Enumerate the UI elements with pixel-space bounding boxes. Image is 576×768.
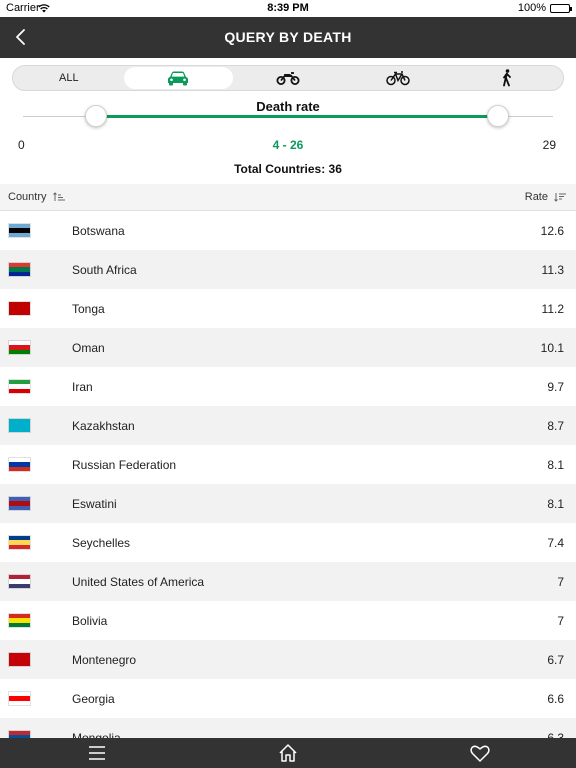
table-row[interactable]: Montenegro 6.7 xyxy=(0,640,576,679)
country-list[interactable]: Botswana 12.6 South Africa 11.3 Tonga 11.2 Oma… xyxy=(0,211,576,738)
country-rate: 11.3 xyxy=(541,263,564,277)
bicycle-icon xyxy=(385,71,410,86)
battery-percent: 100% xyxy=(517,2,546,14)
country-name: South Africa xyxy=(72,263,137,277)
country-rate: 10.1 xyxy=(540,341,564,355)
country-rate: 8.7 xyxy=(547,419,564,433)
country-name: Montenegro xyxy=(72,653,137,667)
pedestrian-icon xyxy=(503,69,512,87)
country-name: Seychelles xyxy=(72,536,131,550)
status-time: 8:39 PM xyxy=(267,2,309,14)
country-name: Eswatini xyxy=(72,497,117,511)
country-name: Botswana xyxy=(72,224,125,238)
country-name: Georgia xyxy=(72,692,115,706)
country-flag-icon xyxy=(8,262,31,277)
home-icon[interactable] xyxy=(277,742,299,764)
mode-motorcycle-tab[interactable] xyxy=(233,67,343,89)
table-row[interactable]: United States of America 7 xyxy=(0,562,576,601)
country-flag-icon xyxy=(8,496,31,511)
country-flag-icon xyxy=(8,730,31,738)
page-title: QUERY BY DEATH xyxy=(224,29,352,45)
table-row[interactable]: Iran 9.7 xyxy=(0,367,576,406)
country-rate: 6.3 xyxy=(547,731,564,738)
country-rate: 11.2 xyxy=(541,302,564,316)
bottom-tab-bar xyxy=(0,738,576,768)
country-flag-icon xyxy=(8,379,31,394)
country-flag-icon xyxy=(8,652,31,667)
battery-icon xyxy=(550,4,572,13)
heart-icon[interactable] xyxy=(469,742,491,764)
country-name: Russian Federation xyxy=(72,458,177,472)
sort-by-rate-button[interactable]: Rate xyxy=(525,191,566,203)
country-rate: 8.1 xyxy=(547,458,564,472)
mode-pedestrian-tab[interactable] xyxy=(452,67,562,89)
filter-panel: ALL Death rate 0 4 - 26 29 Total Countri… xyxy=(0,58,576,184)
table-row[interactable]: Bolivia 7 xyxy=(0,601,576,640)
car-icon xyxy=(168,71,189,86)
country-column-label: Country xyxy=(8,191,47,203)
total-countries: Total Countries: 36 xyxy=(234,162,342,176)
country-flag-icon xyxy=(8,613,31,628)
country-flag-icon xyxy=(8,340,31,355)
nav-bar: QUERY BY DEATH xyxy=(0,17,576,58)
country-rate: 7.4 xyxy=(547,536,564,550)
table-row[interactable]: Mongolia 6.3 xyxy=(0,718,576,738)
rate-column-label: Rate xyxy=(524,191,548,203)
table-row[interactable]: Tonga 11.2 xyxy=(0,289,576,328)
country-rate: 7 xyxy=(557,575,564,589)
country-rate: 12.6 xyxy=(540,224,564,238)
table-row[interactable]: South Africa 11.3 xyxy=(0,250,576,289)
country-rate: 7 xyxy=(557,614,564,628)
country-name: Oman xyxy=(72,341,105,355)
country-flag-icon xyxy=(8,457,31,472)
slider-max-value: 29 xyxy=(542,138,556,152)
country-name: Kazakhstan xyxy=(72,419,135,433)
slider-max-handle[interactable] xyxy=(487,105,509,127)
mode-bicycle-tab[interactable] xyxy=(343,67,453,89)
country-rate: 8.1 xyxy=(547,497,564,511)
country-name: Iran xyxy=(72,380,93,394)
table-row[interactable]: Botswana 12.6 xyxy=(0,211,576,250)
country-flag-icon xyxy=(8,301,31,316)
slider-range-value: 4 - 26 xyxy=(272,138,304,152)
country-flag-icon xyxy=(8,535,31,550)
country-flag-icon xyxy=(8,418,31,433)
country-name: Bolivia xyxy=(72,614,108,628)
country-flag-icon xyxy=(8,574,31,589)
table-row[interactable]: Seychelles 7.4 xyxy=(0,523,576,562)
transport-mode-selector: ALL xyxy=(12,65,564,91)
mode-all-label: ALL xyxy=(59,72,79,84)
country-name: United States of America xyxy=(72,575,205,589)
mode-all-tab[interactable]: ALL xyxy=(14,67,124,89)
table-header: Country Rate xyxy=(0,184,576,211)
country-flag-icon xyxy=(8,223,31,238)
mode-car-tab[interactable] xyxy=(123,67,234,89)
table-row[interactable]: Kazakhstan 8.7 xyxy=(0,406,576,445)
table-row[interactable]: Russian Federation 8.1 xyxy=(0,445,576,484)
slider-min-handle[interactable] xyxy=(85,105,107,127)
sort-by-country-button[interactable]: Country xyxy=(8,191,65,203)
country-flag-icon xyxy=(8,691,31,706)
country-rate: 6.6 xyxy=(547,692,564,706)
sort-descending-icon xyxy=(554,193,566,202)
slider-selected-range xyxy=(96,115,498,118)
table-row[interactable]: Oman 10.1 xyxy=(0,328,576,367)
country-name: Tonga xyxy=(72,302,105,316)
sort-ascending-icon xyxy=(52,192,65,201)
motorcycle-icon xyxy=(276,72,300,85)
country-name: Mongolia xyxy=(72,731,121,738)
table-row[interactable]: Georgia 6.6 xyxy=(0,679,576,718)
menu-icon[interactable] xyxy=(86,742,108,764)
country-rate: 9.7 xyxy=(547,380,564,394)
country-rate: 6.7 xyxy=(547,653,564,667)
status-bar: Carrier 8:39 PM 100% xyxy=(0,0,576,17)
table-row[interactable]: Eswatini 8.1 xyxy=(0,484,576,523)
